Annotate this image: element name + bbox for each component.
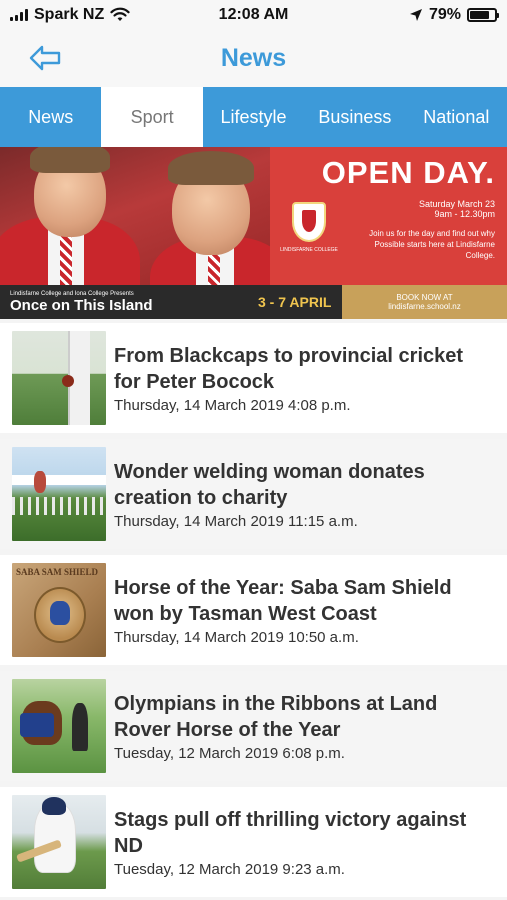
status-left: Spark NZ (10, 6, 130, 24)
tab-national[interactable]: National (406, 87, 507, 147)
article-body: Olympians in the Ribbons at Land Rover H… (114, 691, 495, 762)
article-title: From Blackcaps to provincial cricket for… (114, 344, 464, 393)
cricket-batsman-thumbnail (12, 795, 106, 889)
list-item[interactable]: Stags pull off thrilling victory against… (0, 787, 507, 897)
right-boy-hair (168, 151, 254, 185)
thumb-figure (34, 471, 46, 493)
back-button[interactable] (28, 44, 62, 72)
status-bar: Spark NZ 12:08 AM 79% (0, 0, 507, 30)
strip-left: Lindisfarne College and Iona College Pre… (10, 291, 230, 314)
article-date: Thursday, 14 March 2019 11:15 a.m. (114, 512, 358, 530)
advert-banner[interactable]: OPEN DAY. Saturday March 23 9am - 12.30p… (0, 147, 507, 319)
article-date: Thursday, 14 March 2019 4:08 p.m. (114, 396, 351, 414)
location-arrow-icon (409, 9, 422, 21)
signal-icon (10, 9, 28, 21)
crest-label: LINDISFARNE COLLEGE (280, 247, 338, 253)
article-body: From Blackcaps to provincial cricket for… (114, 343, 495, 414)
article-date: Thursday, 14 March 2019 10:50 a.m. (114, 628, 359, 646)
thumb-rug (20, 713, 54, 737)
article-date: Tuesday, 12 March 2019 6:08 p.m. (114, 744, 345, 762)
book-label: BOOK NOW AT (396, 293, 453, 302)
tab-business[interactable]: Business (304, 87, 405, 147)
banner-strip: Lindisfarne College and Iona College Pre… (0, 285, 507, 319)
tab-sport[interactable]: Sport (101, 87, 203, 147)
thumb-tent (12, 475, 106, 485)
article-list: From Blackcaps to provincial cricket for… (0, 319, 507, 897)
battery-percent: 79% (428, 6, 461, 23)
battery-icon (467, 8, 499, 22)
show-dates: 3 - 7 APRIL (258, 294, 332, 310)
thumb-horse-emblem (50, 601, 70, 625)
article-body: Stags pull off thrilling victory against… (114, 807, 495, 878)
category-tabs: News Sport Lifestyle Business National (0, 87, 507, 147)
article-date: Tuesday, 12 March 2019 9:23 a.m. (114, 860, 345, 878)
article-title: Olympians in the Ribbons at Land Rover H… (114, 692, 438, 741)
promo-headline: OPEN DAY. (321, 155, 495, 190)
article-body: Wonder welding woman donates creation to… (114, 459, 495, 530)
promo-text: Join us for the day and find out why Pos… (369, 229, 495, 260)
shield-thumbnail: SABA SAM SHIELD (12, 563, 106, 657)
thumb-fence (12, 497, 106, 515)
article-body: Horse of the Year: Saba Sam Shield won b… (114, 575, 495, 646)
thumb-shield-text: SABA SAM SHIELD (16, 567, 99, 577)
article-title: Horse of the Year: Saba Sam Shield won b… (114, 576, 452, 625)
tab-news[interactable]: News (0, 87, 101, 147)
app-header: News (0, 30, 507, 87)
list-item[interactable]: SABA SAM SHIELD Horse of the Year: Saba … (0, 555, 507, 665)
article-title: Wonder welding woman donates creation to… (114, 460, 425, 509)
book-url: lindisfarne.school.nz (388, 302, 461, 311)
back-arrow-icon (29, 45, 61, 71)
left-boy-hair (30, 147, 110, 173)
wifi-icon (110, 7, 130, 21)
article-title: Stags pull off thrilling victory against… (114, 808, 467, 857)
thumb-ball (62, 375, 74, 387)
welding-sculpture-thumbnail (12, 447, 106, 541)
tab-lifestyle[interactable]: Lifestyle (203, 87, 304, 147)
left-boy-tie (60, 235, 72, 285)
battery-fill (470, 11, 489, 19)
show-title: Once on This Island (10, 296, 153, 314)
list-item[interactable]: Wonder welding woman donates creation to… (0, 439, 507, 549)
thumb-person (72, 703, 88, 751)
carrier-label: Spark NZ (34, 6, 105, 23)
college-crest-icon (292, 202, 326, 242)
horse-thumbnail (12, 679, 106, 773)
list-item[interactable]: Olympians in the Ribbons at Land Rover H… (0, 671, 507, 781)
page-title: News (220, 44, 287, 72)
list-item[interactable]: From Blackcaps to provincial cricket for… (0, 323, 507, 433)
status-right: 79% (409, 6, 499, 24)
cricket-thumbnail (12, 331, 106, 425)
thumb-helmet (42, 797, 66, 815)
book-now-button[interactable]: BOOK NOW AT lindisfarne.school.nz (342, 285, 507, 319)
